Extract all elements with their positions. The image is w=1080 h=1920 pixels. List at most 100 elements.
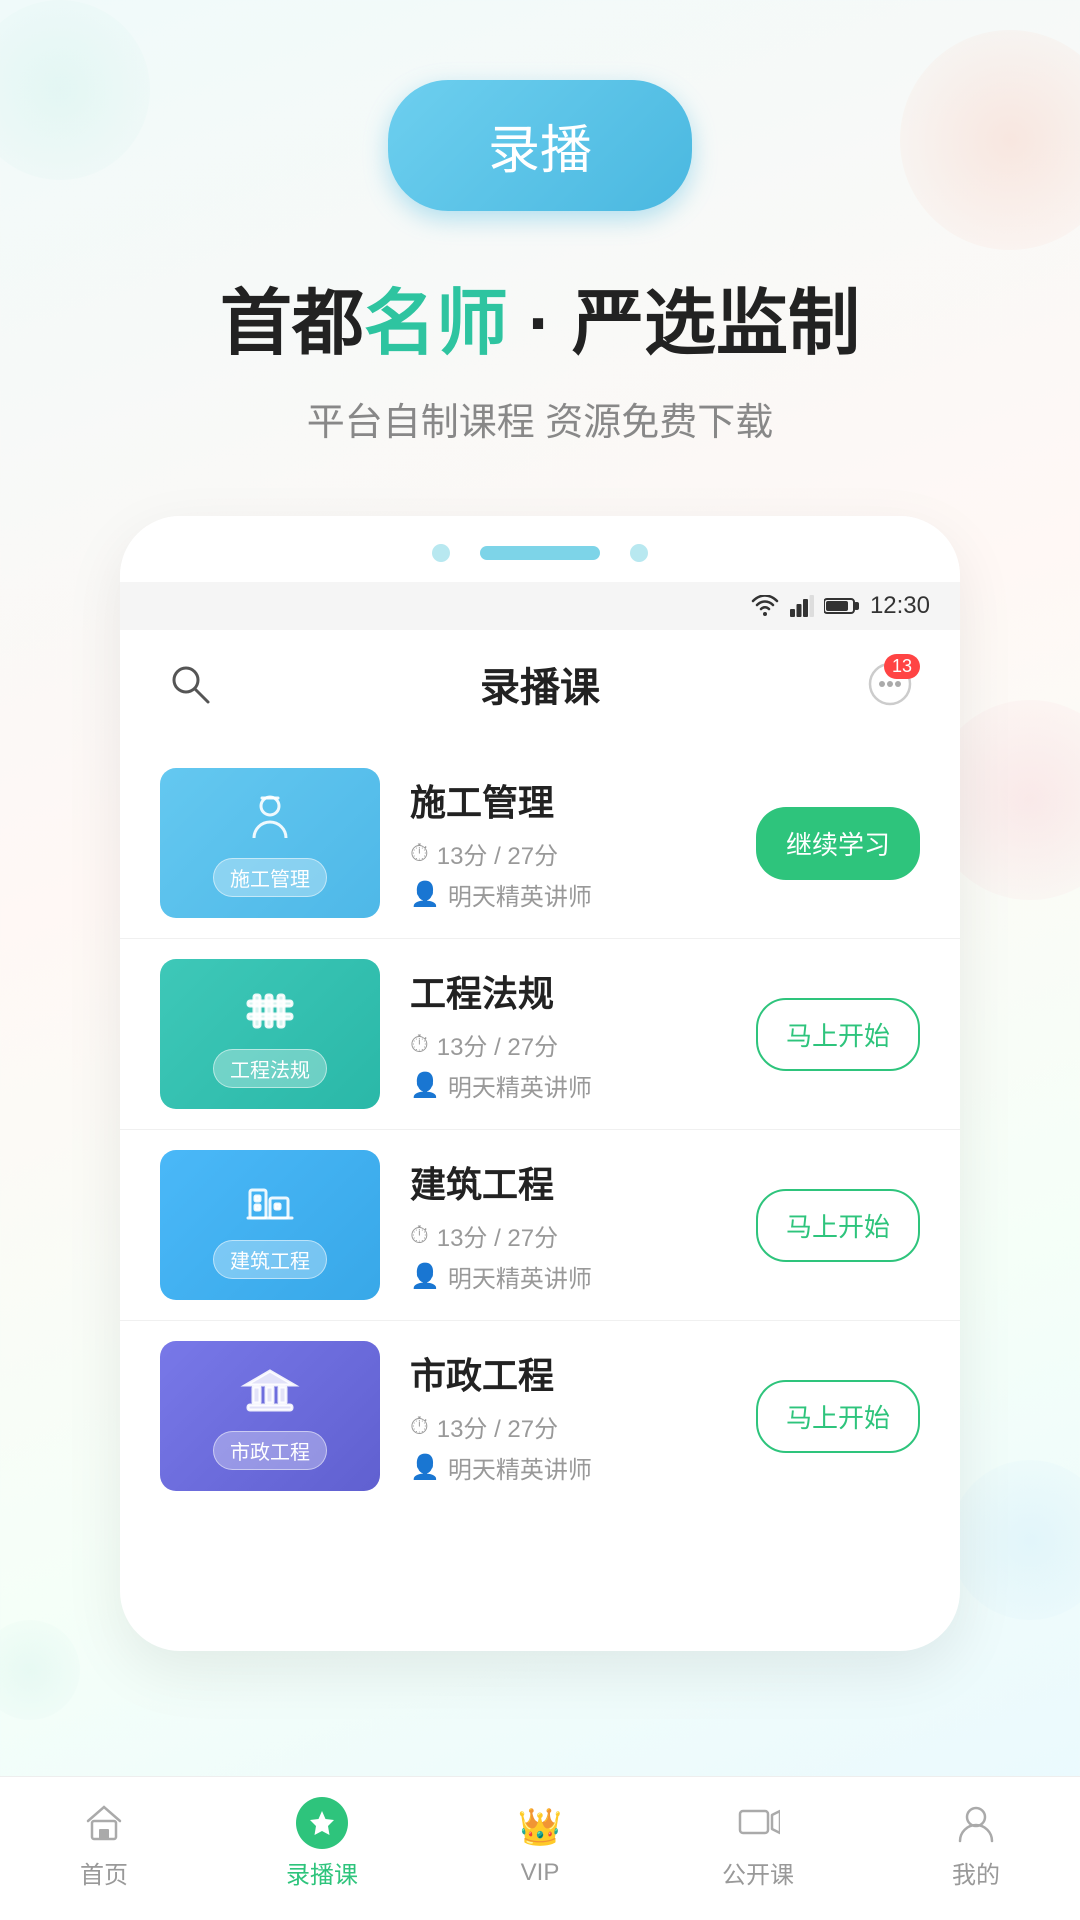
course-name-2: 工程法规 — [410, 965, 726, 1017]
dot-center — [480, 546, 600, 560]
header-area: 录播 首都名师 · 严选监制 平台自制课程 资源免费下载 — [0, 0, 1080, 446]
record-button[interactable]: 录播 — [388, 80, 692, 211]
nav-item-vip[interactable]: 👑 VIP — [514, 1801, 566, 1887]
course-meta-3: ⏱ 13分 / 27分 👤 明天精英讲师 — [410, 1218, 726, 1294]
start-button-4[interactable]: 马上开始 — [756, 1380, 920, 1453]
course-action-2: 马上开始 — [756, 998, 920, 1071]
course-duration-2: ⏱ 13分 / 27分 — [410, 1027, 726, 1062]
course-teacher-2: 👤 明天精英讲师 — [410, 1068, 726, 1103]
app-header: 录播课 13 — [120, 630, 960, 738]
teacher-icon-3: 👤 — [410, 1262, 440, 1291]
star-icon — [307, 1808, 337, 1838]
course-info-1: 施工管理 ⏱ 13分 / 27分 👤 明天精英讲师 — [410, 774, 726, 912]
notification-button[interactable]: 13 — [860, 654, 920, 714]
nav-label-record: 录播课 — [286, 1855, 358, 1890]
continue-button-1[interactable]: 继续学习 — [756, 807, 920, 880]
status-bar: 12:30 — [120, 582, 960, 630]
course-info-2: 工程法规 ⏱ 13分 / 27分 👤 明天精英讲师 — [410, 965, 726, 1103]
bg-decoration-4 — [950, 1460, 1080, 1620]
course-item[interactable]: 建筑工程 建筑工程 ⏱ 13分 / 27分 👤 明天精英讲师 马上开始 — [120, 1130, 960, 1321]
nav-label-profile: 我的 — [952, 1855, 1000, 1890]
phone-mockup: 12:30 录播课 13 — [120, 516, 960, 1651]
bottom-spacer — [120, 1531, 960, 1651]
video-icon — [736, 1801, 780, 1845]
course-name-3: 建筑工程 — [410, 1156, 726, 1208]
course-duration-3: ⏱ 13分 / 27分 — [410, 1218, 726, 1253]
course-thumb-1: 施工管理 — [160, 768, 380, 918]
headline-part2: · 严选监制 — [508, 284, 860, 364]
nav-label-live: 公开课 — [722, 1855, 794, 1890]
headline-accent: 名师 — [364, 284, 508, 364]
worker-icon — [240, 790, 300, 850]
course-action-1: 继续学习 — [756, 807, 920, 880]
headline: 首都名师 · 严选监制 — [220, 281, 860, 367]
clock-icon-4: ⏱ — [410, 1413, 429, 1441]
clock-icon-2: ⏱ — [410, 1031, 429, 1059]
course-action-3: 马上开始 — [756, 1189, 920, 1262]
start-button-2[interactable]: 马上开始 — [756, 998, 920, 1071]
nav-label-home: 首页 — [80, 1855, 128, 1890]
nav-item-profile[interactable]: 我的 — [950, 1797, 1002, 1890]
live-icon — [732, 1797, 784, 1849]
vip-icon: 👑 — [514, 1801, 566, 1853]
search-button[interactable] — [160, 654, 220, 714]
record-star-bg — [296, 1797, 348, 1849]
course-teacher-4: 👤 明天精英讲师 — [410, 1450, 726, 1485]
dot-left — [432, 544, 450, 562]
course-thumb-4: 市政工程 — [160, 1341, 380, 1491]
course-meta-4: ⏱ 13分 / 27分 👤 明天精英讲师 — [410, 1409, 726, 1485]
fence-icon — [240, 981, 300, 1041]
course-thumb-label-2: 工程法规 — [213, 1049, 327, 1088]
status-time: 12:30 — [870, 592, 930, 620]
course-thumb-label-4: 市政工程 — [213, 1431, 327, 1470]
phone-top-decoration — [120, 516, 960, 582]
course-info-4: 市政工程 ⏱ 13分 / 27分 👤 明天精英讲师 — [410, 1347, 726, 1485]
nav-item-record[interactable]: 录播课 — [286, 1797, 358, 1890]
record-nav-icon — [296, 1797, 348, 1849]
course-teacher-3: 👤 明天精英讲师 — [410, 1259, 726, 1294]
course-info-3: 建筑工程 ⏱ 13分 / 27分 👤 明天精英讲师 — [410, 1156, 726, 1294]
home-icon-svg — [82, 1801, 126, 1845]
signal-icon — [790, 595, 814, 617]
nav-item-home[interactable]: 首页 — [78, 1797, 130, 1890]
course-item[interactable]: 市政工程 市政工程 ⏱ 13分 / 27分 👤 明天精英讲师 马上开始 — [120, 1321, 960, 1511]
headline-part1: 首都 — [220, 284, 364, 364]
app-title: 录播课 — [480, 655, 600, 713]
course-thumb-label-1: 施工管理 — [213, 858, 327, 897]
course-thumb-2: 工程法规 — [160, 959, 380, 1109]
dot-right — [630, 544, 648, 562]
course-duration-4: ⏱ 13分 / 27分 — [410, 1409, 726, 1444]
user-icon — [954, 1801, 998, 1845]
course-name-4: 市政工程 — [410, 1347, 726, 1399]
course-name-1: 施工管理 — [410, 774, 726, 826]
battery-icon — [824, 597, 860, 615]
course-item[interactable]: 施工管理 施工管理 ⏱ 13分 / 27分 👤 明天精英讲师 继续学习 — [120, 748, 960, 939]
subheadline: 平台自制课程 资源免费下载 — [307, 391, 774, 446]
clock-icon-1: ⏱ — [410, 840, 429, 868]
wifi-icon — [750, 595, 780, 617]
course-meta-1: ⏱ 13分 / 27分 👤 明天精英讲师 — [410, 836, 726, 912]
profile-icon — [950, 1797, 1002, 1849]
start-button-3[interactable]: 马上开始 — [756, 1189, 920, 1262]
building-icon — [240, 1172, 300, 1232]
course-thumb-label-3: 建筑工程 — [213, 1240, 327, 1279]
notification-badge: 13 — [884, 654, 920, 679]
bg-decoration-5 — [0, 1620, 80, 1720]
teacher-icon-2: 👤 — [410, 1071, 440, 1100]
home-icon — [78, 1797, 130, 1849]
clock-icon-3: ⏱ — [410, 1222, 429, 1250]
teacher-icon-4: 👤 — [410, 1453, 440, 1482]
course-action-4: 马上开始 — [756, 1380, 920, 1453]
crown-icon: 👑 — [518, 1806, 563, 1848]
bank-icon — [240, 1363, 300, 1423]
nav-item-live[interactable]: 公开课 — [722, 1797, 794, 1890]
course-list: 施工管理 施工管理 ⏱ 13分 / 27分 👤 明天精英讲师 继续学习 — [120, 738, 960, 1531]
nav-label-vip: VIP — [521, 1859, 560, 1887]
teacher-icon-1: 👤 — [410, 880, 440, 909]
course-item[interactable]: 工程法规 工程法规 ⏱ 13分 / 27分 👤 明天精英讲师 马上开始 — [120, 939, 960, 1130]
bottom-nav: 首页 录播课 👑 VIP 公开课 — [0, 1776, 1080, 1920]
course-meta-2: ⏱ 13分 / 27分 👤 明天精英讲师 — [410, 1027, 726, 1103]
course-teacher-1: 👤 明天精英讲师 — [410, 877, 726, 912]
course-thumb-3: 建筑工程 — [160, 1150, 380, 1300]
course-duration-1: ⏱ 13分 / 27分 — [410, 836, 726, 871]
